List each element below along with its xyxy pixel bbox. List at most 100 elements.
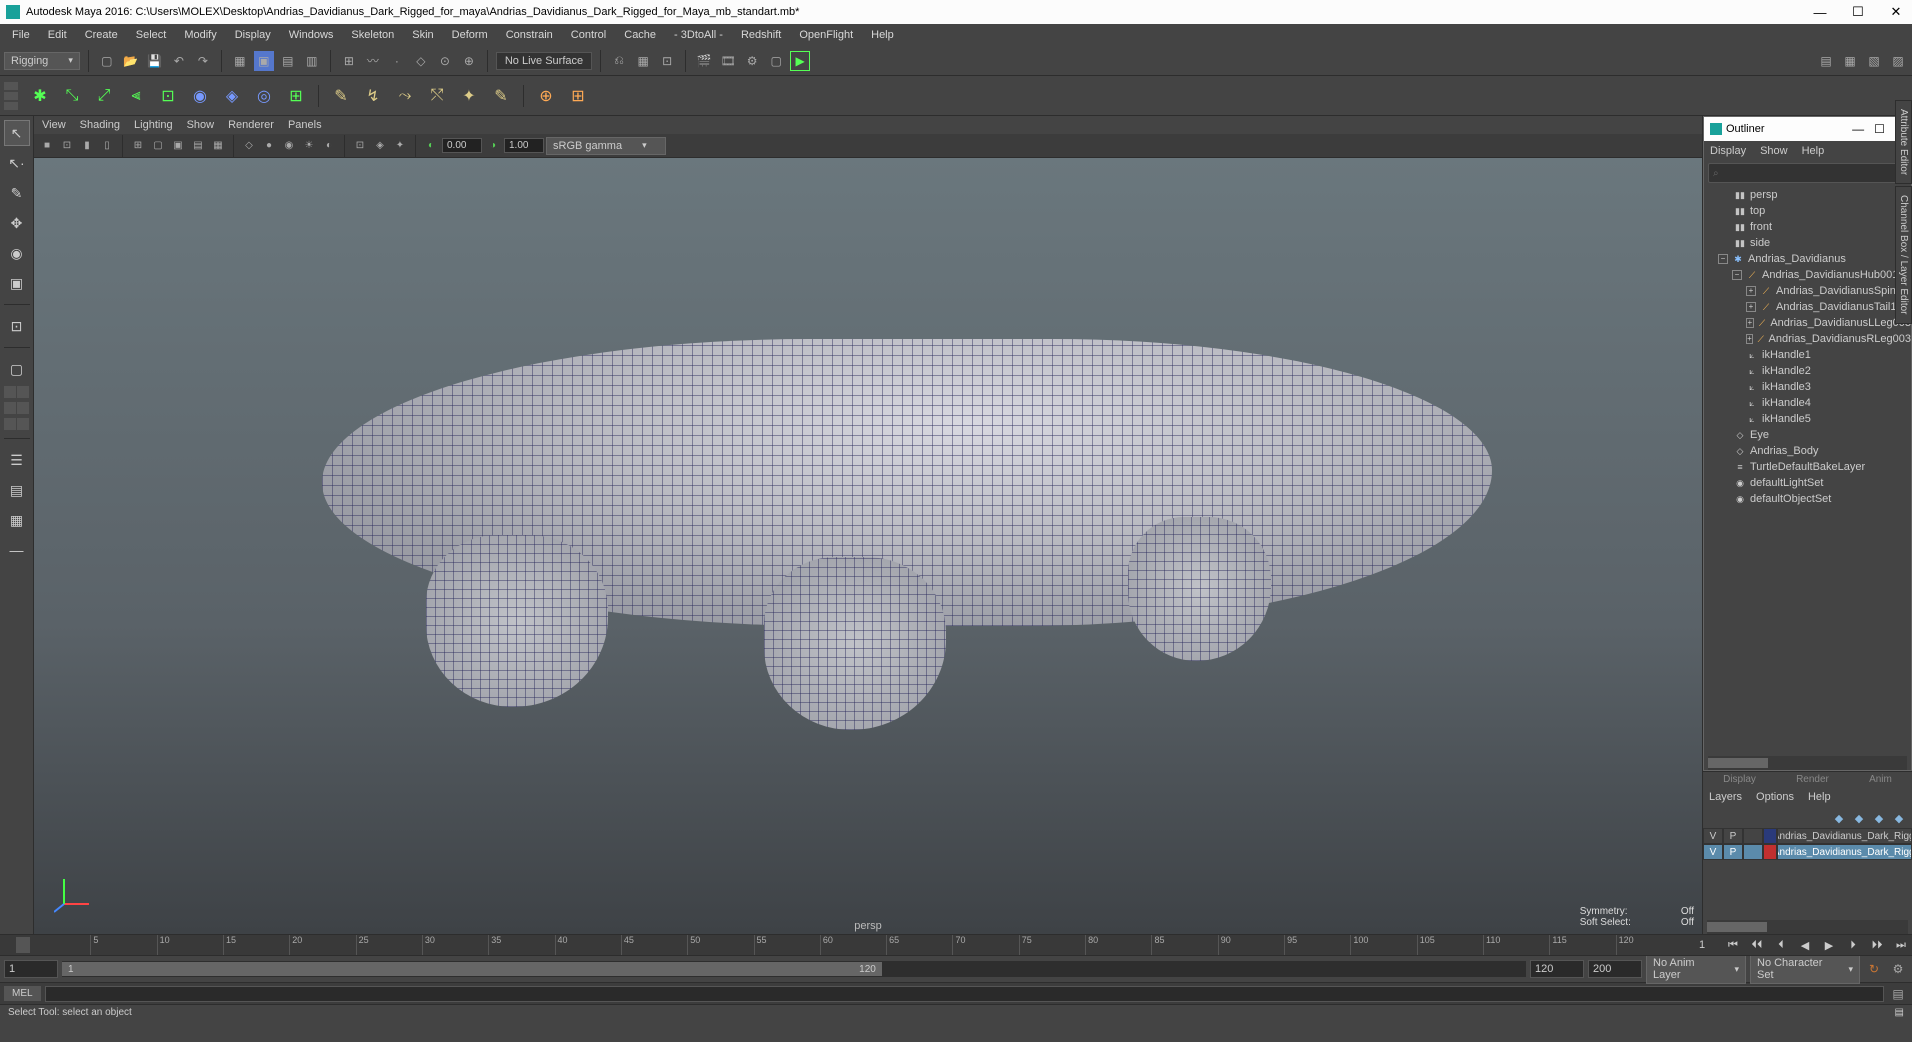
shaded-icon[interactable]: ●: [260, 137, 278, 155]
shelf-tabs-icon[interactable]: [4, 82, 18, 110]
panel-menu-shading[interactable]: Shading: [80, 119, 120, 131]
menu-help[interactable]: Help: [863, 26, 902, 44]
xray-icon[interactable]: ◈: [371, 137, 389, 155]
split-layout-icon[interactable]: [4, 418, 29, 430]
time-slider[interactable]: 5101520253035404550556065707580859095100…: [0, 934, 1912, 956]
bookmarks-icon[interactable]: ▮: [78, 137, 96, 155]
modeling-toolkit-toggle-icon[interactable]: ▨: [1888, 51, 1908, 71]
select-hierarchy-icon[interactable]: ▦: [230, 51, 250, 71]
go-to-start-icon[interactable]: ⏮: [1722, 935, 1744, 955]
menu-constrain[interactable]: Constrain: [498, 26, 561, 44]
collapse-icon[interactable]: −: [1732, 270, 1742, 280]
layer-playback-toggle[interactable]: P: [1723, 828, 1743, 844]
live-surface-label[interactable]: No Live Surface: [496, 52, 592, 70]
safe-action-icon[interactable]: ▦: [209, 137, 227, 155]
outliner-menu-show[interactable]: Show: [1760, 145, 1788, 157]
layer-h-scrollbar[interactable]: [1707, 920, 1908, 934]
joint-tool-shelf-icon[interactable]: ✱: [26, 82, 54, 110]
paint-select-tool-icon[interactable]: ✎: [4, 180, 30, 206]
panel-menu-panels[interactable]: Panels: [288, 119, 322, 131]
four-pane-layout-icon[interactable]: [4, 402, 29, 414]
skin-cluster-shelf-icon[interactable]: ↯: [359, 82, 387, 110]
new-scene-icon[interactable]: ▢: [97, 51, 117, 71]
gate-mask-icon[interactable]: ▤: [189, 137, 207, 155]
select-object-icon[interactable]: ▣: [254, 51, 274, 71]
select-tool-icon[interactable]: ↖: [4, 120, 30, 146]
script-editor-icon[interactable]: ▤: [1888, 984, 1908, 1004]
graph-layout-icon[interactable]: ▦: [4, 507, 30, 533]
prefs-icon[interactable]: ⚙: [1888, 959, 1908, 979]
select-component-icon[interactable]: ▤: [278, 51, 298, 71]
layer-color-swatch[interactable]: [1763, 844, 1777, 860]
step-forward-icon[interactable]: ⏵: [1842, 935, 1864, 955]
ik-handle-shelf-icon[interactable]: ⊡: [154, 82, 182, 110]
anim-layer-dropdown[interactable]: No Anim Layer: [1646, 954, 1746, 984]
play-forward-icon[interactable]: ▶: [1818, 935, 1840, 955]
constraint-shelf-icon-2[interactable]: ⊞: [564, 82, 592, 110]
tab-channel-box[interactable]: Channel Box / Layer Editor: [1895, 186, 1912, 324]
layer-row[interactable]: V P Andrias_Davidianus_Dark_Rigge: [1703, 844, 1912, 860]
hammer-skin-shelf-icon[interactable]: ✦: [455, 82, 483, 110]
outliner-item-ik5[interactable]: ⟀ikHandle5: [1704, 411, 1911, 427]
outliner-item-ik3[interactable]: ⟀ikHandle3: [1704, 379, 1911, 395]
layer-row[interactable]: V P Andrias_Davidianus_Dark_Rigge: [1703, 828, 1912, 844]
range-start-input[interactable]: [4, 960, 58, 978]
render-settings-icon[interactable]: ⚙: [742, 51, 762, 71]
menu-windows[interactable]: Windows: [281, 26, 342, 44]
playback-end-input[interactable]: [1530, 960, 1584, 978]
layer-name[interactable]: Andrias_Davidianus_Dark_Rigge: [1777, 828, 1912, 844]
xray-joints-icon[interactable]: ✦: [391, 137, 409, 155]
menu-deform[interactable]: Deform: [444, 26, 496, 44]
layer-menu-layers[interactable]: Layers: [1709, 791, 1742, 803]
outliner-h-scrollbar[interactable]: [1708, 756, 1907, 770]
mirror-joint-shelf-icon[interactable]: ⤢: [90, 82, 118, 110]
snap-center-icon[interactable]: ⊕: [459, 51, 479, 71]
outliner-search-input[interactable]: ⌕: [1708, 163, 1907, 183]
detach-skin-shelf-icon[interactable]: ⤲: [423, 82, 451, 110]
outliner-minimize-button[interactable]: —: [1852, 122, 1864, 136]
outliner-item-lightset[interactable]: ◉defaultLightSet: [1704, 475, 1911, 491]
channelbox-toggle-icon[interactable]: ▤: [1816, 51, 1836, 71]
show-render-view-icon[interactable]: ▢: [766, 51, 786, 71]
toggle-icon-a[interactable]: ⊡: [657, 51, 677, 71]
attribute-editor-toggle-icon[interactable]: ▦: [1840, 51, 1860, 71]
maximize-button[interactable]: ☐: [1848, 4, 1868, 20]
expand-icon[interactable]: +: [1746, 318, 1754, 328]
viewport-canvas[interactable]: persp Symmetry:Off Soft Select:Off: [34, 158, 1702, 934]
layer-visibility-toggle[interactable]: V: [1703, 828, 1723, 844]
outliner-item-turtle[interactable]: ≡TurtleDefaultBakeLayer: [1704, 459, 1911, 475]
new-layer-icon[interactable]: ◆: [1872, 811, 1886, 825]
shadows-icon[interactable]: ◐: [320, 137, 338, 155]
range-end-input[interactable]: [1588, 960, 1642, 978]
auto-key-icon[interactable]: ↻: [1864, 959, 1884, 979]
menuset-dropdown[interactable]: Rigging: [4, 52, 80, 70]
box-shelf-icon[interactable]: ◈: [218, 82, 246, 110]
menu-modify[interactable]: Modify: [176, 26, 224, 44]
step-back-icon[interactable]: ⏴: [1770, 935, 1792, 955]
menu-control[interactable]: Control: [563, 26, 614, 44]
snap-plane-icon[interactable]: ◇: [411, 51, 431, 71]
snap-point-icon[interactable]: ·: [387, 51, 407, 71]
panel-menu-lighting[interactable]: Lighting: [134, 119, 173, 131]
panel-menu-show[interactable]: Show: [187, 119, 215, 131]
outliner-item-body[interactable]: ◇Andrias_Body: [1704, 443, 1911, 459]
colorspace-dropdown[interactable]: sRGB gamma: [546, 137, 666, 155]
menu-file[interactable]: File: [4, 26, 38, 44]
layer-color-swatch[interactable]: [1763, 828, 1777, 844]
move-tool-icon[interactable]: ✥: [4, 210, 30, 236]
range-slider[interactable]: 1120: [62, 961, 1526, 977]
outliner-item-eye[interactable]: ◇Eye: [1704, 427, 1911, 443]
rotate-tool-icon[interactable]: ◉: [4, 240, 30, 266]
gamma-icon[interactable]: ◑: [484, 137, 502, 155]
layer-playback-toggle[interactable]: P: [1723, 844, 1743, 860]
wireframe-icon[interactable]: ◇: [240, 137, 258, 155]
outliner-item-ik2[interactable]: ⟀ikHandle2: [1704, 363, 1911, 379]
close-button[interactable]: ✕: [1886, 4, 1906, 20]
cyl-shelf-icon[interactable]: ◎: [250, 82, 278, 110]
menu-skin[interactable]: Skin: [404, 26, 441, 44]
weight-tool-shelf-icon[interactable]: ✎: [487, 82, 515, 110]
camera-attr-icon[interactable]: ⊡: [58, 137, 76, 155]
undo-icon[interactable]: ↶: [169, 51, 189, 71]
snap-curve-icon[interactable]: 〰: [363, 51, 383, 71]
play-back-icon[interactable]: ◀: [1794, 935, 1816, 955]
